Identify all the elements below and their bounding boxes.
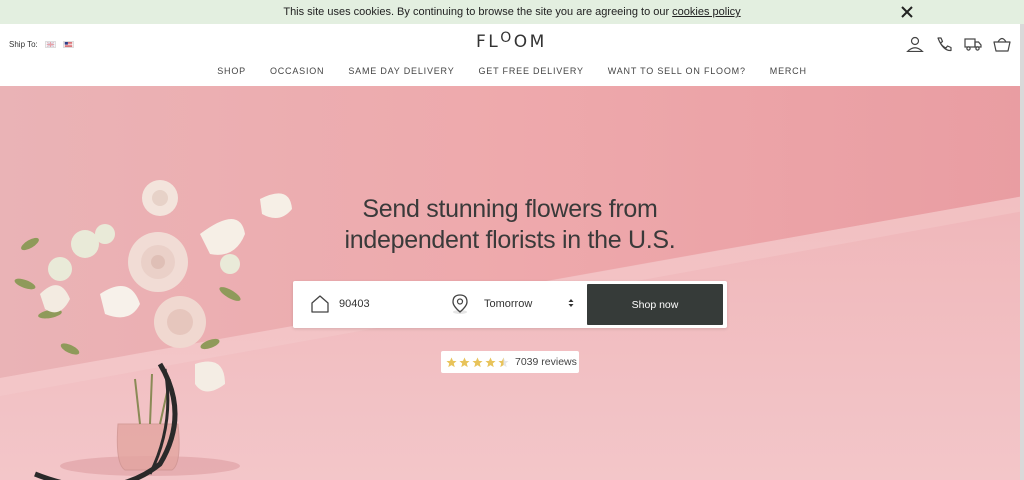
main-navigation: SHOP OCCASION SAME DAY DELIVERY GET FREE… [0,66,1024,76]
flower-bouquet-image [14,180,292,480]
star-icon [459,356,470,367]
delivery-search-form: 90403 Tomorrow Shop now [293,281,727,328]
delivery-truck-icon[interactable] [964,36,982,52]
chevron-up-down-icon[interactable] [567,296,575,310]
delivery-date-select[interactable]: Tomorrow [484,298,532,310]
star-icon [446,356,457,367]
hero-headline: Send stunning flowers from independent f… [344,195,676,254]
ship-to-selector[interactable]: Ship To: [9,40,74,49]
nav-same-day-delivery[interactable]: SAME DAY DELIVERY [336,66,466,76]
half-star-icon [498,356,509,367]
nav-occasion[interactable]: OCCASION [258,66,336,76]
us-flag-icon[interactable] [62,41,74,48]
zip-code-input[interactable]: 90403 [339,298,370,310]
nav-want-to-sell[interactable]: WANT TO SELL ON FLOOM? [596,66,758,76]
basket-icon[interactable] [993,36,1011,52]
location-pin-icon [452,294,468,314]
star-icon [485,356,496,367]
scrollbar[interactable] [1020,24,1024,480]
reviews-count: 7039 reviews [515,356,577,368]
account-icon[interactable] [906,36,924,52]
nav-shop[interactable]: SHOP [205,66,258,76]
reviews-badge[interactable]: 7039 reviews [441,351,579,373]
header-actions [906,36,1011,52]
floom-logo[interactable]: FLOOM [476,30,547,52]
phone-icon[interactable] [935,36,953,52]
shop-now-button[interactable]: Shop now [587,284,723,325]
close-icon[interactable] [898,3,916,21]
ship-to-label: Ship To: [9,40,38,49]
hero-section: Send stunning flowers from independent f… [0,86,1024,480]
nav-get-free-delivery[interactable]: GET FREE DELIVERY [467,66,596,76]
star-icon [472,356,483,367]
star-rating [446,356,509,368]
site-header: Ship To: FLOOM SHOP OCCASION SAME DAY DE… [0,24,1024,86]
cookie-banner: This site uses cookies. By continuing to… [0,0,1024,24]
cookies-policy-link[interactable]: cookies policy [672,6,740,18]
nav-merch[interactable]: MERCH [758,66,819,76]
cookie-banner-text: This site uses cookies. By continuing to… [283,6,670,18]
uk-flag-icon[interactable] [44,41,56,48]
home-icon [311,295,329,313]
